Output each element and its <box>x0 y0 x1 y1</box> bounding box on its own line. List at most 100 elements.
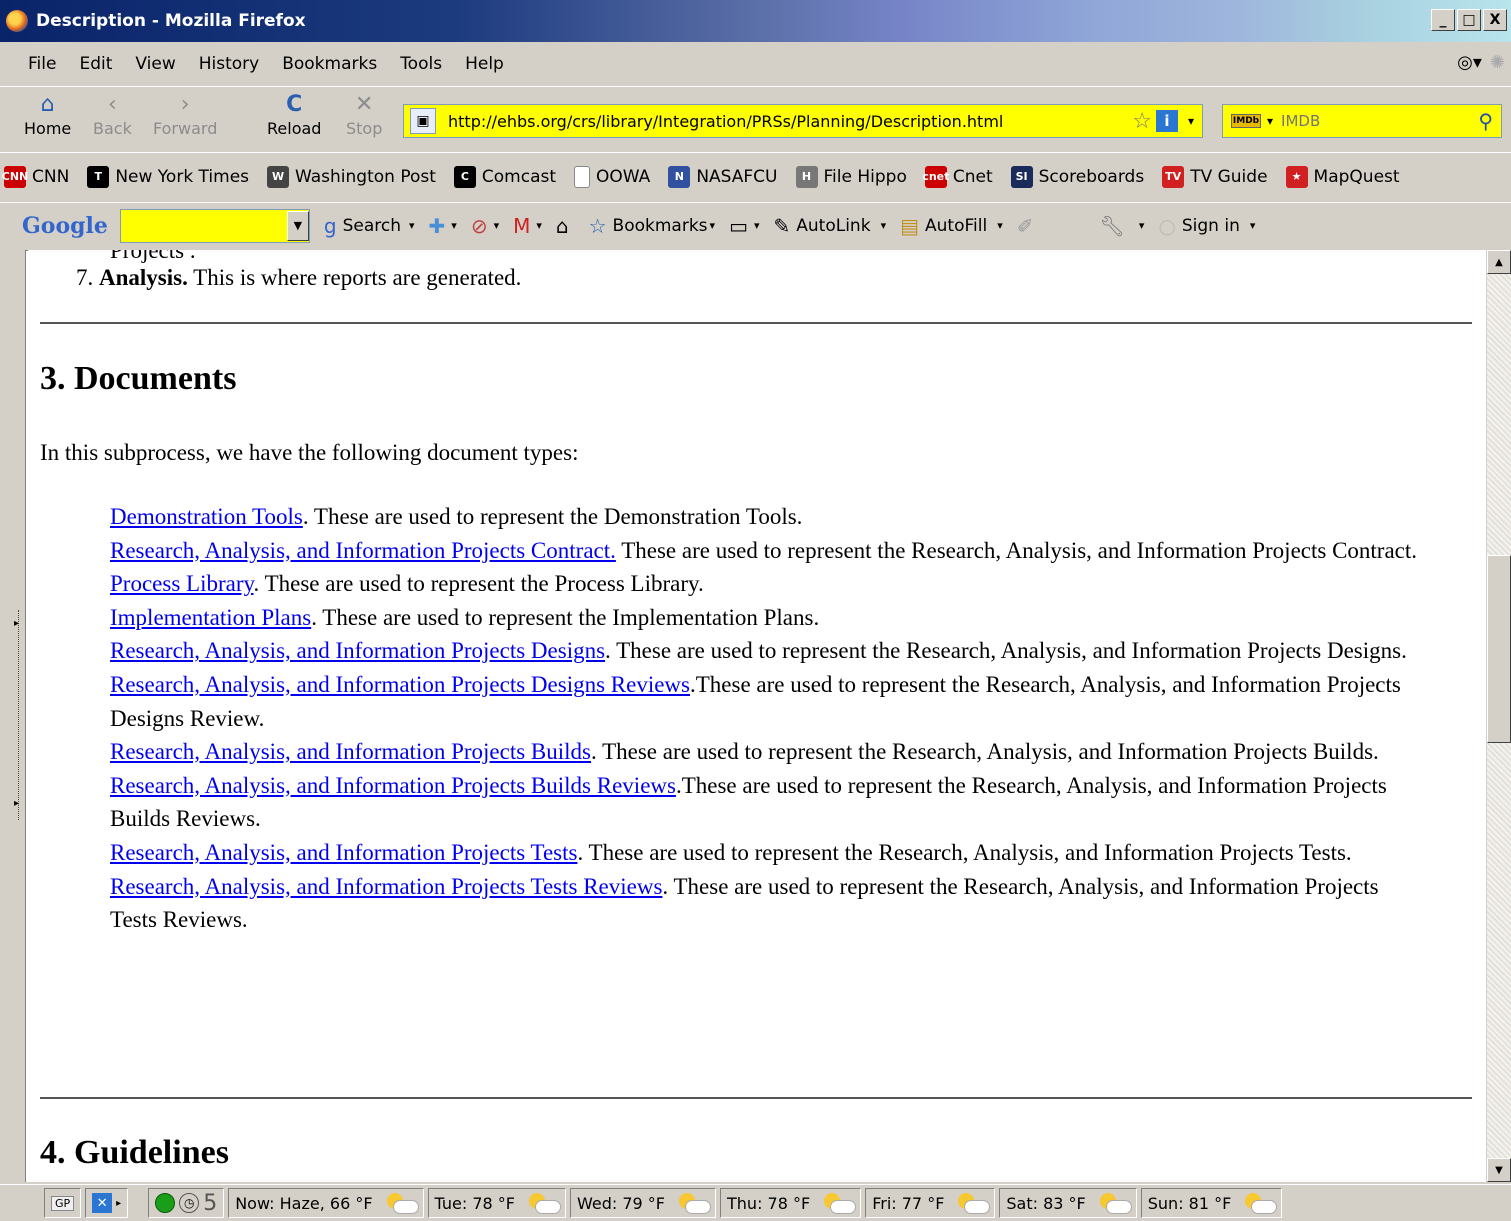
weather-forecast-cell[interactable]: Thu: 78 °F <box>720 1188 862 1218</box>
page-icon <box>574 165 591 188</box>
back-label: Back <box>93 119 132 138</box>
document-link[interactable]: Research, Analysis, and Information Proj… <box>110 538 616 563</box>
bookmark-new-york-times[interactable]: T New York Times <box>87 165 249 188</box>
page-info-icon[interactable]: i <box>1155 110 1178 132</box>
status-icon[interactable]: ◎▾ <box>1457 52 1482 73</box>
partly-cloudy-icon <box>675 1193 712 1214</box>
maximize-button[interactable]: □ <box>1457 9 1481 31</box>
menu-tools[interactable]: Tools <box>400 54 442 74</box>
splitter-arrow-icon[interactable]: ▸ <box>14 798 19 809</box>
document-link[interactable]: Research, Analysis, and Information Proj… <box>110 840 577 865</box>
bookmark-comcast[interactable]: C Comcast <box>453 165 556 188</box>
document-entry: Demonstration Tools. These are used to r… <box>110 500 1420 534</box>
back-button[interactable]: ‹ Back <box>93 91 132 138</box>
document-link[interactable]: Demonstration Tools <box>110 504 303 529</box>
google-search-dropdown-icon[interactable]: ▼ <box>286 210 309 241</box>
gp-button[interactable]: GP <box>44 1188 82 1218</box>
bookmark-label: CNN <box>32 166 70 187</box>
partly-cloudy-icon <box>525 1193 561 1214</box>
autolink-dropdown-icon: ▾ <box>880 219 887 232</box>
popup-blocker-button[interactable]: ⊘ ▾ <box>471 214 499 238</box>
status-indicators[interactable]: ◷ 5 <box>148 1188 225 1218</box>
menu-view[interactable]: View <box>135 54 175 74</box>
google-logo[interactable]: Google <box>22 213 108 239</box>
google-search-button[interactable]: g Search ▾ <box>324 214 415 238</box>
autofill-button[interactable]: ▤ AutoFill ▾ <box>900 214 1003 238</box>
search-bar[interactable]: IMDb ▾ ⚲ <box>1222 104 1502 138</box>
home-button[interactable]: ⌂ Home <box>24 91 71 138</box>
google-bookmarks-button[interactable]: ☆ Bookmarks ▾ <box>589 214 715 238</box>
bookmark-nasafcu[interactable]: N NASAFCU <box>668 165 778 188</box>
reload-button[interactable]: C Reload <box>267 91 321 138</box>
menu-file[interactable]: File <box>28 54 56 74</box>
section-divider <box>40 322 1472 324</box>
weather-forecast-cell[interactable]: Tue: 78 °F <box>427 1188 566 1218</box>
search-input[interactable] <box>1281 112 1452 130</box>
gp-label: GP <box>51 1195 75 1211</box>
partly-cloudy-icon <box>383 1193 419 1214</box>
stop-button[interactable]: ✕ Stop <box>346 91 382 138</box>
signin-dropdown-icon: ▾ <box>1249 219 1256 232</box>
sign-in-label: Sign in <box>1181 215 1240 236</box>
bookmark-cnet[interactable]: cnet Cnet <box>922 165 993 188</box>
xmarks-button[interactable]: ✕ ▸ <box>85 1188 129 1218</box>
engine-dropdown-icon[interactable]: ▾ <box>1267 114 1273 128</box>
weather-forecast-cell[interactable]: Wed: 79 °F <box>570 1188 717 1218</box>
search-dropdown-icon[interactable]: ▾ <box>409 219 415 232</box>
weather-forecast-cell[interactable]: Now: Haze, 66 °F <box>228 1188 424 1218</box>
bookmark-washington-post[interactable]: W Washington Post <box>267 165 436 188</box>
hippo-icon: H <box>795 165 818 188</box>
pencil-button[interactable]: ✐ <box>1017 214 1040 238</box>
bookmark-mapquest[interactable]: ★ MapQuest <box>1285 165 1400 188</box>
bookmark-star-icon[interactable]: ☆ <box>1132 109 1152 134</box>
document-link[interactable]: Research, Analysis, and Information Proj… <box>110 672 690 697</box>
bookmark-tv-guide[interactable]: TV TV Guide <box>1162 165 1268 188</box>
pagerank-button[interactable]: ⌂ <box>556 214 575 238</box>
menu-help[interactable]: Help <box>465 54 504 74</box>
url-dropdown-icon[interactable]: ▾ <box>1188 114 1194 128</box>
document-entry: Research, Analysis, and Information Proj… <box>110 769 1420 836</box>
list-item-text: This is where reports are generated. <box>187 265 522 290</box>
imdb-engine-icon[interactable]: IMDb <box>1231 114 1261 128</box>
weather-forecast-cell[interactable]: Sun: 81 °F <box>1140 1188 1283 1218</box>
document-link[interactable]: Process Library <box>110 571 254 596</box>
document-link[interactable]: Research, Analysis, and Information Proj… <box>110 773 676 798</box>
si-icon: SI <box>1010 165 1033 188</box>
close-button[interactable]: X <box>1483 9 1507 31</box>
google-search-input[interactable]: ▼ <box>119 208 310 243</box>
splitter-grip[interactable] <box>18 610 22 820</box>
gmail-button[interactable]: M ▾ <box>513 214 542 238</box>
weather-forecast-cell[interactable]: Fri: 77 °F <box>865 1188 996 1218</box>
bookmark-oowa[interactable]: OOWA <box>574 165 650 188</box>
url-text[interactable]: http://ehbs.org/crs/library/Integration/… <box>448 112 1132 131</box>
google-plus-button[interactable]: ✚ ▾ <box>429 214 457 238</box>
sidewiki-button[interactable]: ▭ ▾ <box>729 214 759 238</box>
minimize-button[interactable]: _ <box>1431 9 1455 31</box>
menu-history[interactable]: History <box>199 54 259 74</box>
bookmark-label: Cnet <box>952 166 993 187</box>
document-link[interactable]: Research, Analysis, and Information Proj… <box>110 874 662 899</box>
sign-in-button[interactable]: ○ Sign in ▾ <box>1158 214 1255 238</box>
menu-bookmarks[interactable]: Bookmarks <box>282 54 377 74</box>
bookmark-cnn[interactable]: CNN CNN <box>2 165 70 188</box>
url-bar[interactable]: ▣ http://ehbs.org/crs/library/Integratio… <box>403 104 1203 138</box>
scroll-down-icon[interactable]: ▼ <box>1487 1158 1511 1182</box>
splitter-arrow-icon[interactable]: ▸ <box>14 618 19 629</box>
document-link[interactable]: Implementation Plans <box>110 605 311 630</box>
autofill-dropdown-icon: ▾ <box>997 219 1003 232</box>
scroll-thumb[interactable] <box>1487 555 1511 743</box>
document-link[interactable]: Research, Analysis, and Information Proj… <box>110 739 591 764</box>
scroll-up-icon[interactable]: ▲ <box>1487 250 1511 274</box>
document-link[interactable]: Research, Analysis, and Information Proj… <box>110 638 605 663</box>
bookmark-scoreboards[interactable]: SI Scoreboards <box>1010 165 1144 188</box>
vertical-scrollbar[interactable]: ▲ ▼ <box>1486 250 1511 1182</box>
bookmark-file-hippo[interactable]: H File Hippo <box>795 165 907 188</box>
search-go-icon[interactable]: ⚲ <box>1478 109 1493 133</box>
weather-forecast-cell[interactable]: Sat: 83 °F <box>999 1188 1137 1218</box>
sidebar-splitter[interactable]: ▸ ▸ <box>0 250 26 1182</box>
forward-button[interactable]: › Forward <box>153 91 217 138</box>
autolink-button[interactable]: ✎ AutoLink ▾ <box>774 214 887 238</box>
partly-cloudy-icon <box>1241 1193 1278 1214</box>
menu-edit[interactable]: Edit <box>79 54 112 74</box>
settings-button[interactable]: 🔧︎ ▾ <box>1099 214 1144 238</box>
